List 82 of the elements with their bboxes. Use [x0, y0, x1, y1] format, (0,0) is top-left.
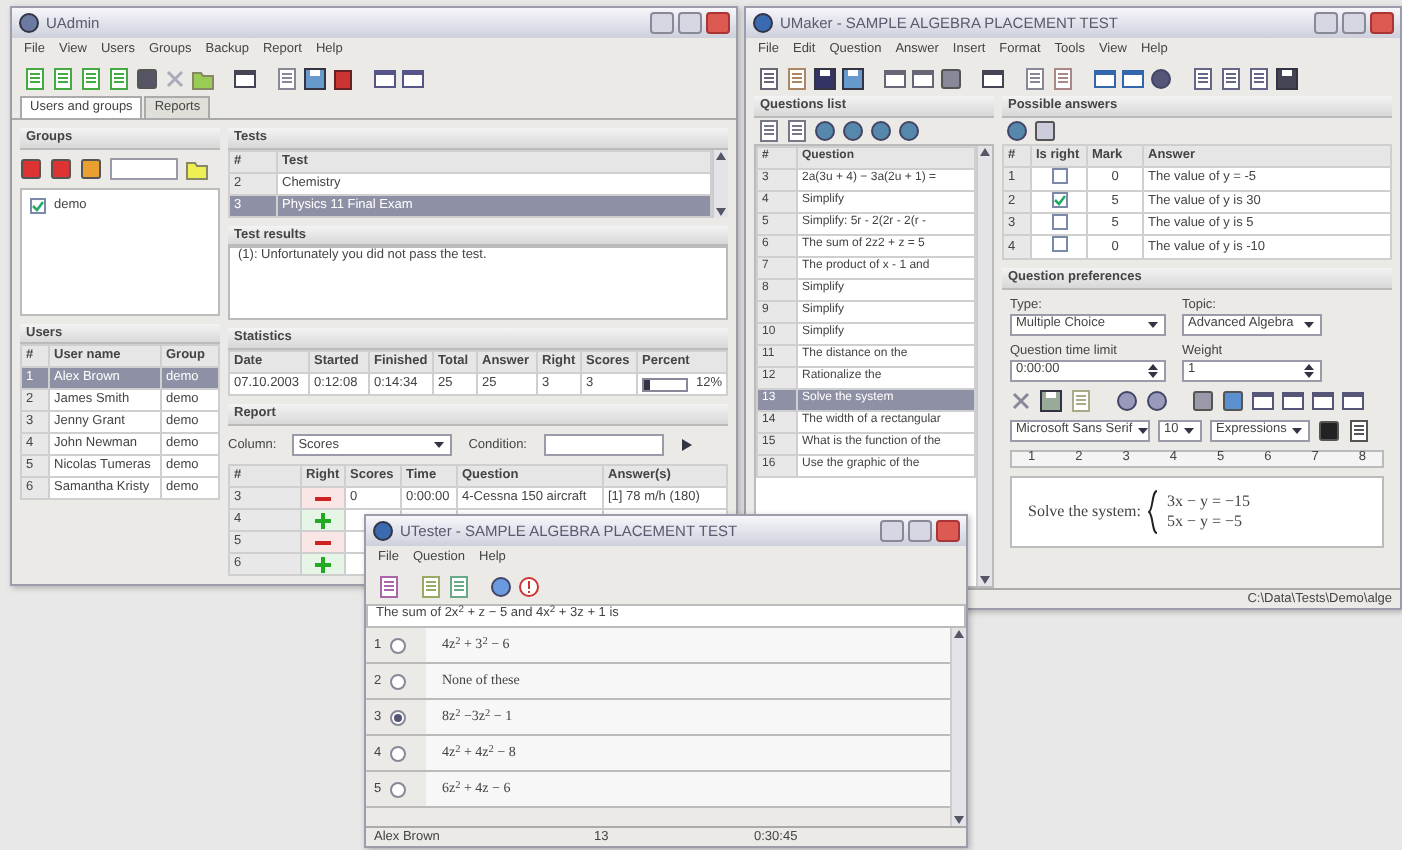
scrollbar[interactable] [712, 149, 728, 218]
equation: 5x − y = −5 [1166, 511, 1244, 531]
circle-icon[interactable] [814, 119, 836, 142]
circle-icon[interactable] [1146, 389, 1168, 412]
radio-button[interactable] [389, 781, 406, 797]
window-icon[interactable] [1252, 389, 1274, 412]
square-icon[interactable] [80, 157, 102, 180]
spin-arrows-icon [1146, 361, 1160, 380]
page-icon[interactable] [1348, 419, 1370, 442]
window-icon[interactable] [982, 67, 1004, 89]
page-icon[interactable] [758, 67, 780, 89]
caret-icon [1302, 317, 1316, 332]
radio-button[interactable] [389, 745, 406, 761]
up-arrow-icon[interactable] [978, 145, 992, 158]
window-icon[interactable] [402, 67, 424, 89]
caret-icon [1136, 423, 1151, 438]
page-icon[interactable] [786, 119, 808, 142]
play-icon[interactable] [679, 438, 693, 452]
radio-button[interactable] [389, 709, 406, 725]
square-icon[interactable] [1318, 419, 1340, 442]
cross-icon[interactable] [1010, 389, 1032, 412]
square-icon[interactable] [50, 157, 72, 180]
circle-icon[interactable] [898, 119, 920, 142]
brace-icon [1148, 489, 1159, 534]
page-icon[interactable] [378, 575, 400, 597]
question-text: Solve the system: [1028, 501, 1141, 521]
window-icon[interactable] [884, 67, 906, 89]
close-button[interactable] [706, 12, 730, 34]
caret-icon [1146, 317, 1160, 332]
square-icon[interactable] [1034, 119, 1056, 142]
window-icon[interactable] [234, 67, 256, 89]
alert-icon[interactable] [518, 575, 540, 597]
square-icon[interactable] [20, 157, 42, 180]
circle-icon[interactable] [1150, 67, 1172, 89]
page-icon[interactable] [758, 119, 780, 142]
condition-field[interactable] [543, 434, 663, 456]
square-icon[interactable] [1192, 389, 1214, 412]
window-icon[interactable] [1094, 67, 1116, 89]
page-icon[interactable] [1052, 67, 1074, 89]
caret-icon [432, 438, 447, 452]
up-arrow-icon[interactable] [714, 149, 728, 162]
radio-button[interactable] [389, 673, 406, 689]
page-icon[interactable] [1192, 67, 1214, 89]
caret-icon [1182, 423, 1197, 438]
caret-icon [1290, 423, 1305, 438]
page-icon[interactable] [1024, 67, 1046, 89]
circle-icon[interactable] [870, 119, 892, 142]
square-icon[interactable] [940, 67, 962, 89]
equation: 3x − y = −15 [1166, 491, 1250, 512]
window-icon[interactable] [1312, 389, 1334, 412]
app-icon [752, 12, 774, 34]
close-button[interactable] [1370, 12, 1394, 34]
scrollbar[interactable] [976, 145, 992, 586]
window-icon[interactable] [374, 67, 396, 89]
circle-icon[interactable] [842, 119, 864, 142]
scrollbar[interactable] [950, 628, 966, 826]
app-icon [18, 12, 40, 34]
page-icon[interactable] [1248, 67, 1270, 89]
circle-icon[interactable] [1006, 119, 1028, 142]
folder-icon[interactable] [192, 67, 214, 89]
checkbox[interactable] [1051, 236, 1067, 253]
book-icon[interactable] [332, 67, 354, 89]
square-icon[interactable] [136, 67, 158, 89]
radio-button[interactable] [389, 637, 406, 653]
window-icon[interactable] [1122, 67, 1144, 89]
search-field[interactable] [110, 157, 178, 180]
window-icon[interactable] [1342, 389, 1364, 412]
up-arrow-icon[interactable] [952, 628, 966, 640]
window-icon[interactable] [1282, 389, 1304, 412]
folder-icon[interactable] [186, 157, 208, 180]
spin-arrows-icon [1302, 361, 1316, 380]
circle-icon[interactable] [1116, 389, 1138, 412]
app-icon [372, 520, 394, 542]
window-icon[interactable] [912, 67, 934, 89]
down-arrow-icon[interactable] [714, 205, 728, 218]
close-button[interactable] [936, 520, 960, 542]
circle-icon[interactable] [490, 575, 512, 597]
down-arrow-icon[interactable] [978, 574, 992, 586]
square-icon[interactable] [1222, 389, 1244, 412]
page-icon[interactable] [1220, 67, 1242, 89]
checkbox[interactable] [30, 197, 46, 214]
down-arrow-icon[interactable] [952, 814, 966, 826]
